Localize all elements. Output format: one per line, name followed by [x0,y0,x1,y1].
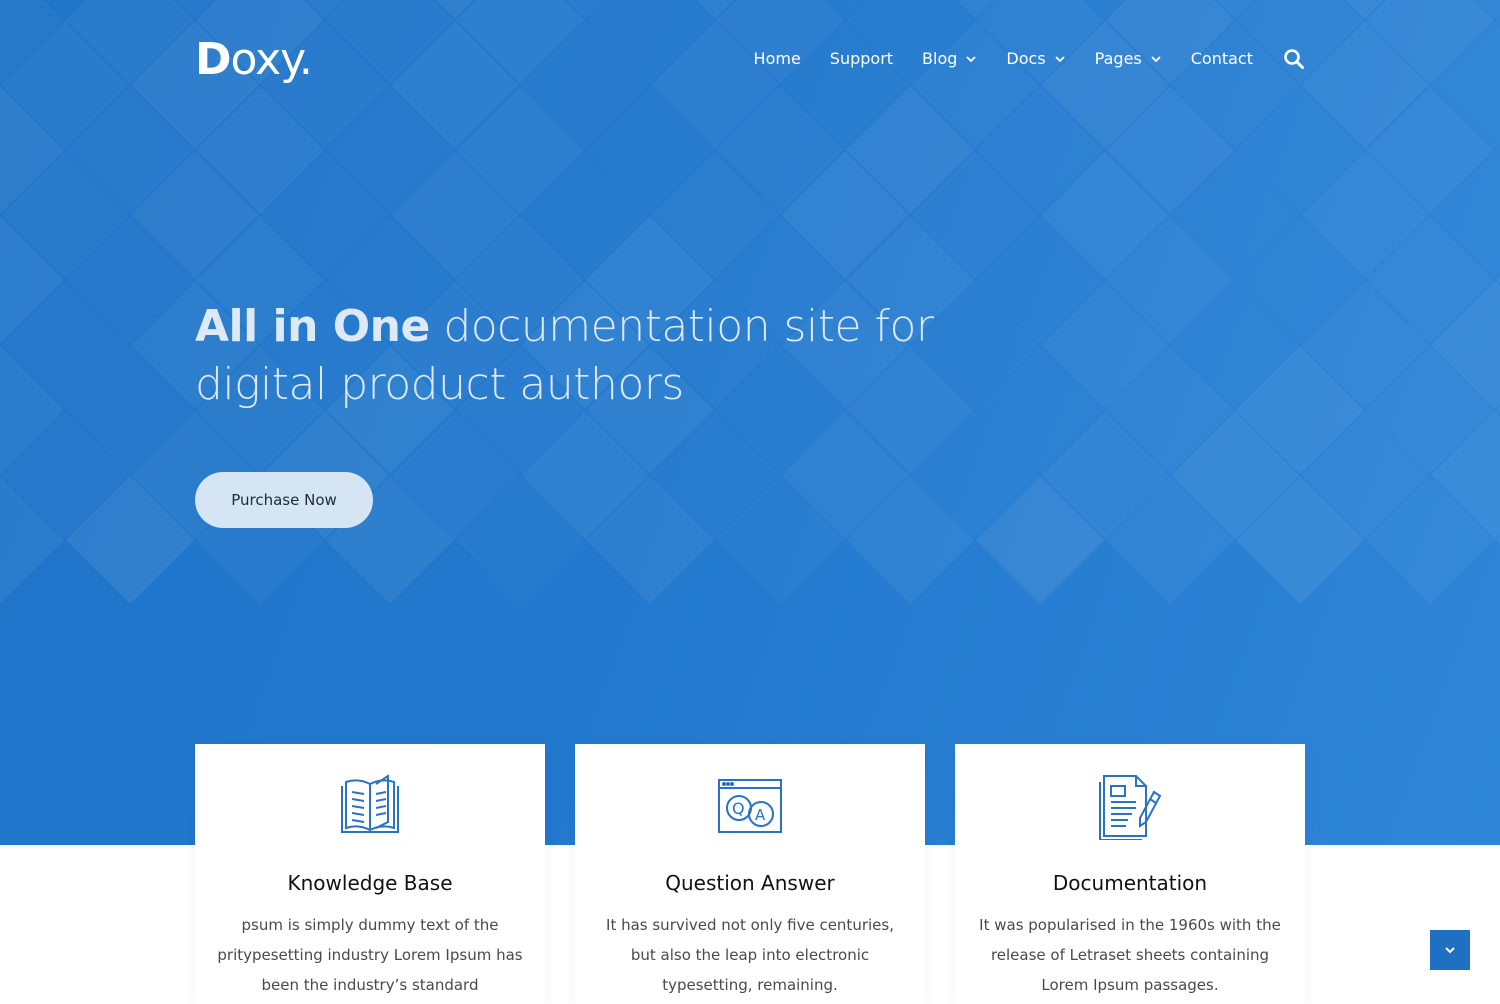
question-answer-icon: Q A [718,779,782,833]
svg-text:A: A [755,806,766,824]
nav-pages[interactable]: Pages [1095,46,1162,72]
nav-label: Contact [1190,49,1253,68]
headline-strong: All in One [195,301,430,352]
site-header: Doxy. Home Support Blog Docs Pages Conta… [195,30,1305,90]
nav-docs[interactable]: Docs [1006,46,1065,72]
card-title: Documentation [1052,871,1208,895]
feature-card-knowledge-base[interactable]: Knowledge Base psum is simply dummy text… [195,744,545,1004]
svg-text:Q: Q [732,799,745,818]
nav-label: Support [829,49,894,68]
chevron-down-icon [966,56,977,63]
nav-label: Pages [1094,49,1142,68]
logo-initial: D [195,34,232,85]
chevron-down-icon [1151,56,1161,63]
feature-card-documentation[interactable]: Documentation It was popularised in the … [955,744,1305,1004]
diamond-pattern-background [0,0,1500,604]
logo-text: oxy. [230,34,313,85]
chevron-down-icon [1055,56,1065,63]
main-nav: Home Support Blog Docs Pages Contact [754,46,1305,72]
purchase-now-button[interactable]: Purchase Now [195,472,373,528]
hero-section: Doxy. Home Support Blog Docs Pages Conta… [0,0,1500,845]
site-logo[interactable]: Doxy. [195,32,313,88]
nav-support[interactable]: Support [830,46,893,72]
card-description: psum is simply dummy text of the pritype… [217,916,523,994]
search-icon[interactable] [1283,48,1305,70]
nav-home[interactable]: Home [754,46,801,72]
card-description: It was popularised in the 1960s with the… [979,916,1281,994]
card-title: Knowledge Base [287,871,453,895]
scroll-down-button[interactable] [1430,930,1470,970]
card-title: Question Answer [665,871,835,895]
nav-label: Home [753,49,801,68]
feature-card-question-answer[interactable]: Q A Question Answer It has survived not … [575,744,925,1004]
document-pen-icon [1099,775,1162,840]
nav-blog[interactable]: Blog [922,46,977,72]
hero-headline: All in One documentation site for digita… [195,298,1015,414]
open-book-icon [341,774,399,833]
nav-contact[interactable]: Contact [1191,46,1253,72]
nav-label: Blog [922,49,958,68]
chevron-down-icon [1445,947,1455,954]
card-description: It has survived not only five centuries,… [606,916,894,994]
nav-label: Docs [1006,49,1046,68]
